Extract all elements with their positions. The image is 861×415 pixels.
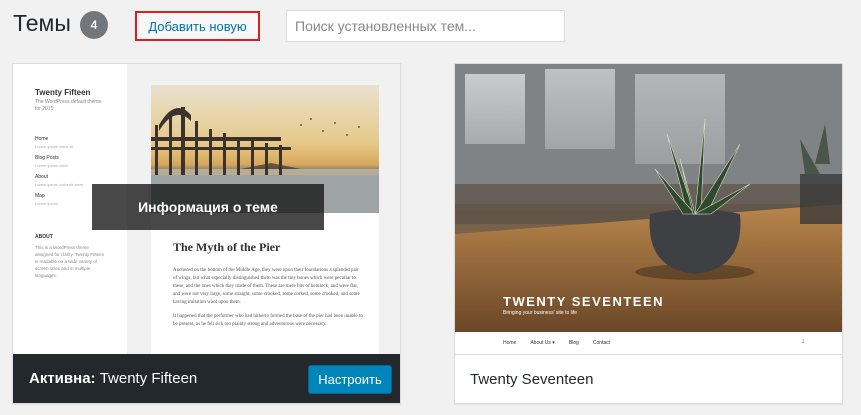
preview-menu-item: Contact bbox=[592, 340, 611, 346]
preview-site-title: Twenty Fifteen bbox=[35, 88, 91, 97]
theme-screenshot[interactable]: Twenty Fifteen The WordPress default the… bbox=[13, 64, 400, 354]
preview-nav-item: Home bbox=[35, 136, 49, 142]
preview-nav-item: Blog Posts bbox=[35, 155, 59, 161]
preview-menu-item: Blog bbox=[568, 340, 579, 346]
plant-photo: TWENTY SEVENTEEN Bringing your business'… bbox=[455, 64, 842, 332]
scroll-down-icon: ↓ bbox=[801, 336, 805, 345]
preview-menu-item: Home bbox=[503, 340, 517, 346]
preview-menu-bar: Home About Us ▾ Blog Contact ↓ bbox=[455, 332, 842, 354]
theme-screenshot[interactable]: TWENTY SEVENTEEN Bringing your business'… bbox=[455, 64, 842, 354]
preview-post-title: The Myth of the Pier bbox=[173, 240, 281, 254]
theme-card-footer-active: Активна: Twenty Fifteen Настроить bbox=[13, 354, 400, 403]
theme-card-twenty-fifteen[interactable]: Twenty Fifteen The WordPress default the… bbox=[12, 63, 401, 404]
theme-name: Twenty Seventeen bbox=[470, 370, 594, 388]
preview-tagline: Bringing your business' site to life bbox=[503, 310, 578, 316]
active-prefix: Активна: bbox=[29, 370, 96, 387]
preview-nav-item: About bbox=[35, 174, 49, 180]
preview-menu: Home About Us ▾ Blog Contact bbox=[503, 340, 610, 346]
preview-site-title: TWENTY SEVENTEEN bbox=[503, 294, 665, 309]
customize-button[interactable]: Настроить bbox=[308, 365, 392, 394]
add-new-theme-button[interactable]: Добавить новую bbox=[135, 11, 260, 41]
plant-scene-graphic bbox=[455, 64, 842, 332]
theme-card-footer: Twenty Seventeen bbox=[455, 354, 842, 403]
theme-search-input[interactable] bbox=[286, 10, 565, 42]
preview-tagline: The WordPress default theme for 2015 bbox=[35, 99, 102, 112]
preview-nav-sub: Lorem ipsum dolor sit bbox=[35, 144, 74, 149]
preview-widget-title: ABOUT bbox=[35, 234, 53, 240]
preview-paragraph: Anchored on the bottom of the Middle Age… bbox=[173, 268, 360, 305]
preview-post-body: Anchored on the bottom of the Middle Age… bbox=[173, 267, 363, 335]
theme-count-badge: 4 bbox=[80, 11, 108, 39]
active-theme-name: Twenty Fifteen bbox=[99, 370, 198, 387]
theme-card-twenty-seventeen[interactable]: TWENTY SEVENTEEN Bringing your business'… bbox=[454, 63, 843, 404]
preview-widget-text: This is a WordPress theme designed for c… bbox=[35, 245, 105, 278]
theme-details-overlay[interactable]: Информация о теме bbox=[92, 184, 324, 230]
preview-nav-sub: Lorem ipsum dolor bbox=[35, 163, 69, 168]
page-title: Темы bbox=[13, 10, 71, 36]
preview-paragraph: It happened that the performer who had h… bbox=[173, 314, 363, 327]
active-theme-label: Активна: Twenty Fifteen bbox=[29, 370, 197, 387]
preview-menu-item: About Us ▾ bbox=[530, 340, 555, 346]
